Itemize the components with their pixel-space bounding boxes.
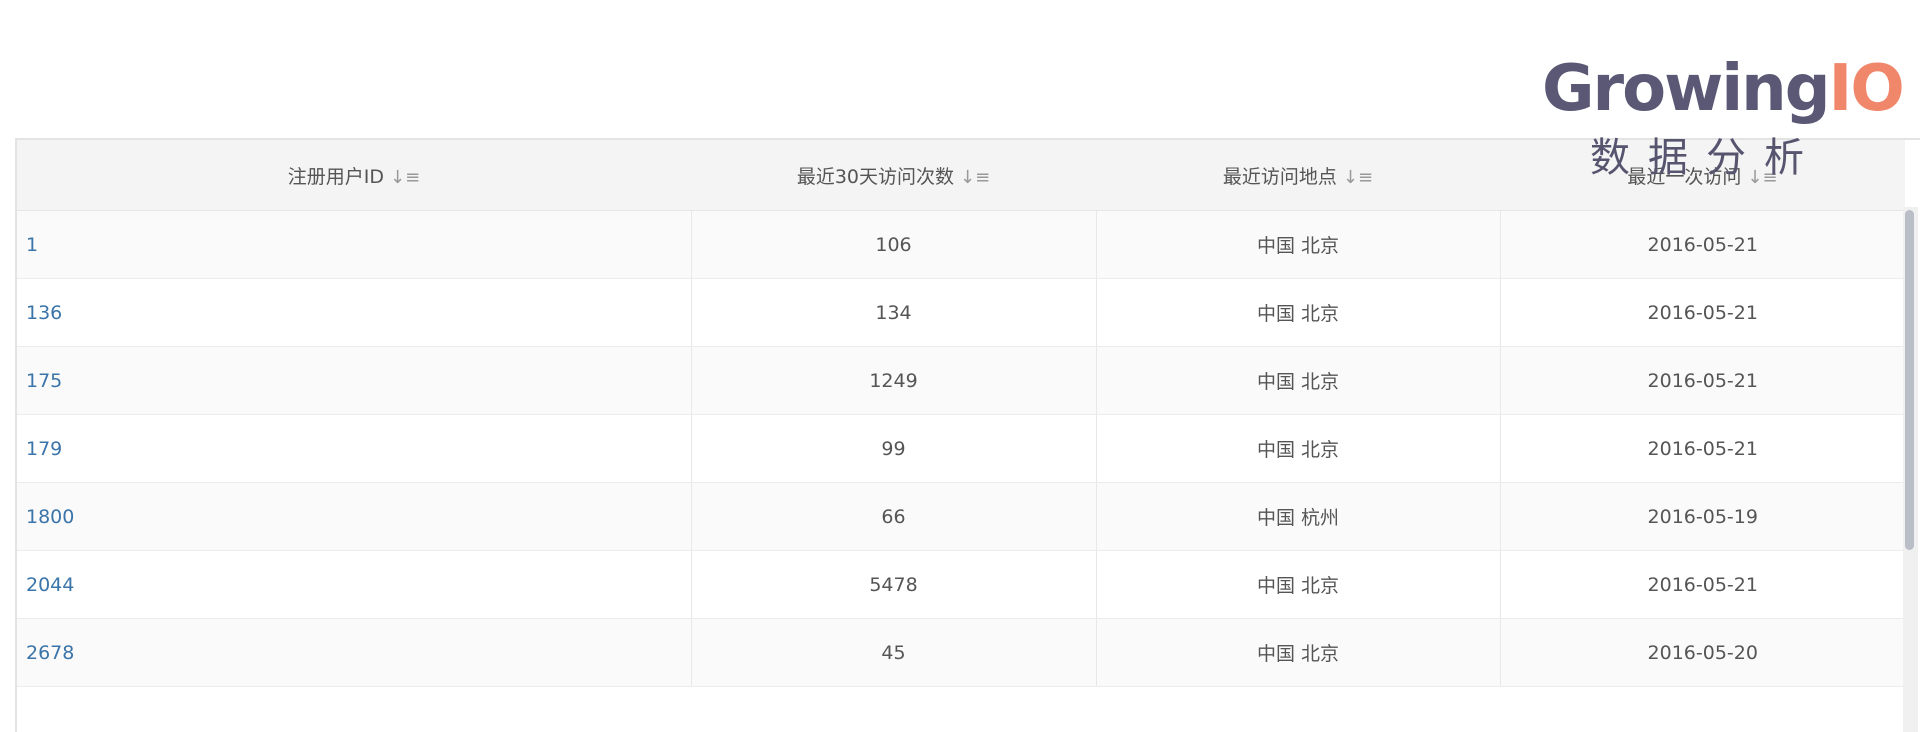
logo-word-main: Growing (1542, 52, 1830, 126)
location-cell: 中国 北京 (1096, 550, 1501, 619)
last-visit-cell: 2016-05-21 (1500, 346, 1905, 415)
table-row: 136 134 中国 北京 2016-05-21 (17, 278, 1905, 347)
location-cell: 中国 北京 (1096, 414, 1501, 483)
user-id-link[interactable]: 1800 (17, 482, 692, 551)
table-row: 1800 66 中国 杭州 2016-05-19 (17, 482, 1905, 551)
location-cell: 中国 北京 (1096, 210, 1501, 279)
location-cell: 中国 北京 (1096, 278, 1501, 347)
user-id-link[interactable]: 136 (17, 278, 692, 347)
column-header-location[interactable]: 最近访问地点 ↓≡ (1096, 140, 1500, 211)
user-id-link[interactable]: 179 (17, 414, 692, 483)
user-table: 注册用户ID ↓≡ 最近30天访问次数 ↓≡ 最近访问地点 ↓≡ 最近一次访问 ↓≡ 1 (17, 140, 1905, 687)
last-visit-cell: 2016-05-20 (1500, 618, 1905, 687)
location-cell: 中国 北京 (1096, 618, 1501, 687)
sort-descending-icon[interactable]: ↓≡ (1343, 167, 1373, 188)
last-visit-cell: 2016-05-21 (1500, 550, 1905, 619)
user-id-link[interactable]: 175 (17, 346, 692, 415)
visits-cell: 66 (691, 482, 1097, 551)
location-cell: 中国 北京 (1096, 346, 1501, 415)
column-header-label: 最近30天访问次数 (796, 165, 954, 188)
last-visit-cell: 2016-05-21 (1500, 210, 1905, 279)
user-id-link[interactable]: 2678 (17, 618, 692, 687)
visits-cell: 106 (691, 210, 1097, 279)
growingio-logo: GrowingIO 数据分析 (1540, 46, 1905, 186)
last-visit-cell: 2016-05-21 (1500, 278, 1905, 347)
column-header-user-id[interactable]: 注册用户ID ↓≡ (17, 140, 691, 211)
visits-cell: 99 (691, 414, 1097, 483)
visits-cell: 5478 (691, 550, 1097, 619)
user-id-link[interactable]: 2044 (17, 550, 692, 619)
column-header-visits[interactable]: 最近30天访问次数 ↓≡ (691, 140, 1096, 211)
column-header-label: 最近访问地点 (1222, 165, 1337, 188)
visits-cell: 1249 (691, 346, 1097, 415)
table-scrollbar-thumb[interactable] (1905, 210, 1914, 550)
table-row: 2678 45 中国 北京 2016-05-20 (17, 618, 1905, 687)
table-row: 175 1249 中国 北京 2016-05-21 (17, 346, 1905, 415)
table-row: 179 99 中国 北京 2016-05-21 (17, 414, 1905, 483)
sort-descending-icon[interactable]: ↓≡ (390, 167, 420, 188)
table-row: 1 106 中国 北京 2016-05-21 (17, 210, 1905, 279)
user-id-link[interactable]: 1 (17, 210, 692, 279)
sort-descending-icon[interactable]: ↓≡ (960, 167, 990, 188)
logo-subtitle: 数据分析 (1590, 135, 1822, 181)
screen: GrowingIO 数据分析 注册用户ID ↓≡ 最近30天访问次数 ↓≡ 最近访问… (0, 0, 1920, 732)
column-header-label: 注册用户ID (287, 165, 385, 188)
visits-cell: 45 (691, 618, 1097, 687)
user-table-container: 注册用户ID ↓≡ 最近30天访问次数 ↓≡ 最近访问地点 ↓≡ 最近一次访问 ↓≡ 1 (15, 138, 1920, 732)
visits-cell: 134 (691, 278, 1097, 347)
logo-wordmark: GrowingIO (1542, 46, 1905, 132)
logo-word-accent: IO (1828, 52, 1905, 126)
table-row: 2044 5478 中国 北京 2016-05-21 (17, 550, 1905, 619)
last-visit-cell: 2016-05-21 (1500, 414, 1905, 483)
last-visit-cell: 2016-05-19 (1500, 482, 1905, 551)
location-cell: 中国 杭州 (1096, 482, 1501, 551)
